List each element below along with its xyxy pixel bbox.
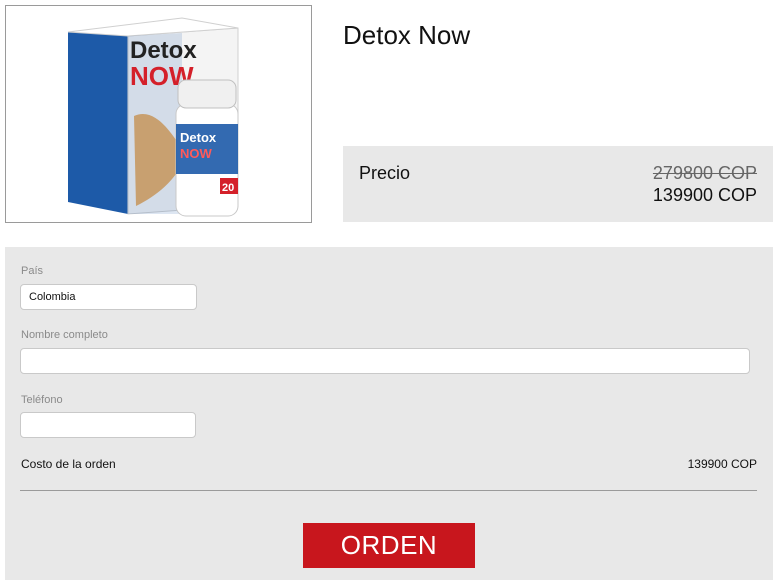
order-total-label: Costo de la orden (21, 457, 116, 471)
phone-label: Teléfono (21, 394, 63, 406)
product-title: Detox Now (343, 20, 471, 50)
bottle-count: 20 (222, 182, 234, 194)
bottle-cap (177, 79, 237, 109)
order-total-value: 139900 COP (687, 457, 757, 471)
country-select[interactable]: Colombia (20, 284, 197, 310)
bottle-brand-top: Detox (180, 130, 217, 145)
product-image: Detox NOW Detox NOW 20 (5, 5, 312, 223)
box-side (68, 32, 128, 214)
phone-input[interactable] (20, 412, 196, 438)
full-name-input[interactable] (20, 348, 750, 374)
country-label: País (21, 265, 44, 277)
box-brand-top: Detox (130, 37, 197, 64)
price-label: Precio (359, 163, 411, 183)
new-price: 139900 COP (652, 185, 757, 205)
product-illustration: Detox NOW Detox NOW 20 (67, 17, 239, 217)
bottle-brand-bottom: NOW (180, 146, 213, 161)
price-box: Precio 279800 COP 139900 COP (343, 146, 773, 222)
order-button[interactable]: ORDEN (303, 523, 475, 568)
divider (20, 490, 757, 491)
old-price: 279800 COP (652, 163, 757, 183)
full-name-label: Nombre completo (21, 329, 108, 341)
order-form: País Colombia Nombre completo Teléfono C… (5, 247, 773, 580)
